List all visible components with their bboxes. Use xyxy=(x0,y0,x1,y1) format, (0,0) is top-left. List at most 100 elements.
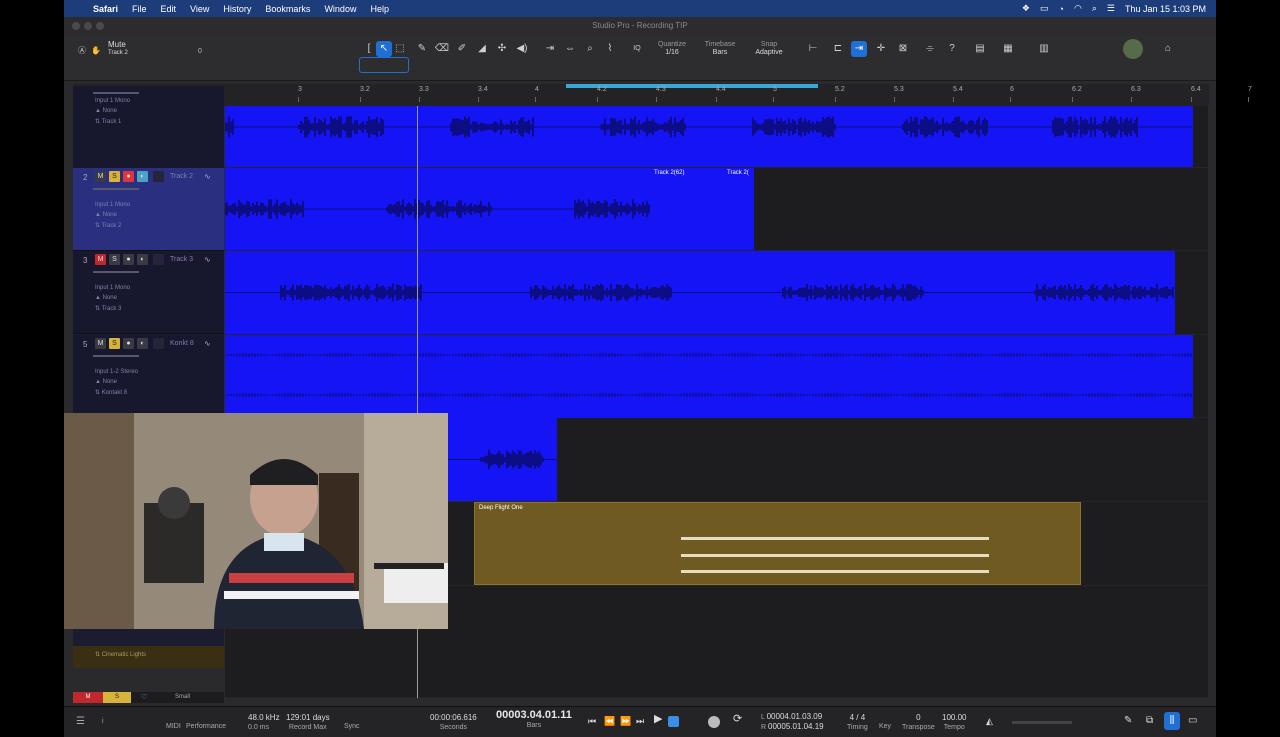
bars-display[interactable]: 00003.04.01.11 Bars xyxy=(496,710,572,730)
footer-mute-button[interactable]: M xyxy=(73,692,103,703)
paint-tool-icon[interactable]: ✐ xyxy=(454,41,470,57)
marquee-tool-icon[interactable]: ⬚ xyxy=(392,41,408,57)
metronome-icon[interactable]: ◭ xyxy=(986,717,993,726)
monitor-button[interactable]: ◐ xyxy=(137,171,148,182)
monitor-button[interactable]: ◐ xyxy=(137,338,148,349)
track-header-1[interactable]: Input 1 Mono ▲ None ⇅ Track 1 xyxy=(73,86,224,169)
menu-safari[interactable]: Safari xyxy=(86,4,125,14)
quantize-control[interactable]: Quantize 1/16 xyxy=(654,41,690,57)
crosshair-icon[interactable]: ⊠ xyxy=(895,41,911,57)
eraser-tool-icon[interactable]: ⌫ xyxy=(434,41,450,57)
sample-rate-display[interactable]: 48.0 kHz 0.0 ms xyxy=(248,713,280,732)
channel-color-button[interactable] xyxy=(153,171,164,182)
time-machine-icon[interactable]: ◔ xyxy=(1059,4,1064,14)
home-icon[interactable]: ⌂ xyxy=(1160,41,1176,57)
mute-button[interactable]: M xyxy=(95,254,106,265)
tempo-display[interactable]: 100.00 Tempo xyxy=(942,713,966,732)
key-display[interactable]: Key xyxy=(879,713,891,731)
channel-color-button[interactable] xyxy=(153,338,164,349)
mute-button[interactable]: M xyxy=(95,171,106,182)
midi-monitor[interactable]: MIDI xyxy=(166,713,181,731)
track-input[interactable]: Input 1-2 Stereo xyxy=(95,369,138,375)
auto-scroll-icon[interactable]: ⇥ xyxy=(851,41,867,57)
transpose-display[interactable]: 0 Transpose xyxy=(902,713,935,732)
master-volume-slider[interactable] xyxy=(1012,721,1072,724)
menu-window[interactable]: Window xyxy=(317,4,363,14)
screen-mirror-icon[interactable]: ▭ xyxy=(1040,3,1049,14)
record-arm-button[interactable]: ● xyxy=(123,254,134,265)
track-input[interactable]: Input 1 Mono xyxy=(95,285,130,291)
close-window-icon[interactable] xyxy=(72,22,80,30)
track-route[interactable]: ⇅ Track 1 xyxy=(95,118,121,125)
snap-control[interactable]: Snap Adaptive xyxy=(750,41,788,57)
timebase-control[interactable]: Timebase Bars xyxy=(702,41,738,57)
volume-fader[interactable] xyxy=(93,92,139,94)
timing-display[interactable]: 4 / 4 Timing xyxy=(847,713,868,732)
goto-start-icon[interactable]: ⏮ xyxy=(588,717,596,726)
menu-file[interactable]: File xyxy=(125,4,154,14)
track-output[interactable]: ▲ None xyxy=(95,295,117,301)
split-icon[interactable]: ⇥ xyxy=(542,41,558,57)
sync-control[interactable]: Sync xyxy=(344,713,360,731)
stop-button[interactable] xyxy=(668,716,679,727)
layout-icon[interactable]: ▥ xyxy=(1036,41,1052,57)
track-output[interactable]: ▲ None xyxy=(95,212,117,218)
zoom-window-icon[interactable] xyxy=(96,22,104,30)
track-input[interactable]: Input 1 Mono xyxy=(95,98,130,104)
edit-pencil-icon[interactable]: ✎ xyxy=(1124,716,1132,726)
mix-icon[interactable]: ⧉ xyxy=(1146,716,1153,726)
mute-button[interactable]: M xyxy=(95,338,106,349)
menu-bookmarks[interactable]: Bookmarks xyxy=(258,4,317,14)
footer-link-icon[interactable]: ♡ xyxy=(141,693,147,701)
range-tool-icon[interactable]: [ xyxy=(361,41,377,57)
arrow-tool-icon[interactable]: ↖ xyxy=(376,41,392,57)
solo-button[interactable]: S xyxy=(109,254,120,265)
track2-audio-clip-2[interactable]: Track 2(62) xyxy=(650,168,723,250)
cursor-follows-icon[interactable]: ✛ xyxy=(873,41,889,57)
pencil-tool-icon[interactable]: ✎ xyxy=(414,41,430,57)
menu-history[interactable]: History xyxy=(216,4,258,14)
volume-fader[interactable] xyxy=(93,355,139,357)
search-icon[interactable]: ⌕ xyxy=(1092,3,1097,14)
track5-audio-clip[interactable] xyxy=(225,335,1193,418)
menu-view[interactable]: View xyxy=(183,4,216,14)
timeline-ruler[interactable]: 3 3.2 3.3 3.4 4 4.2 4.3 4.4 5 5.2 5.3 5.4 6 6.2 6.3 6.4… xyxy=(298,84,1252,106)
wifi-icon[interactable]: ◠ xyxy=(1074,3,1082,14)
bend-tool-icon[interactable]: ✣ xyxy=(494,41,510,57)
record-arm-button[interactable]: ● xyxy=(123,171,134,182)
zoom-tool-icon[interactable]: ⌕ xyxy=(582,41,598,57)
seconds-display[interactable]: 00:00:06.616 Seconds xyxy=(430,713,477,732)
track3-audio-clip[interactable] xyxy=(225,251,1175,334)
rewind-icon[interactable]: ⏪ xyxy=(604,717,615,726)
track-header-3[interactable]: 3 M S ● ◐ Track 3 ∿ Input 1 Mono ▲ None ⇅ Track 3 xyxy=(73,251,224,334)
record-max-display[interactable]: 129:01 days Record Max xyxy=(286,713,330,732)
grid-view-icon[interactable]: ▦ xyxy=(1000,41,1016,57)
info-icon[interactable]: i xyxy=(102,717,104,726)
volume-fader[interactable] xyxy=(93,271,139,273)
snap-grid-icon[interactable]: ⊢ xyxy=(805,41,821,57)
solo-button[interactable]: S xyxy=(109,171,120,182)
browser-folder-icon[interactable]: ▭ xyxy=(1188,716,1197,726)
track-route[interactable]: ⇅ Kontakt 8 xyxy=(95,389,127,396)
stretch-icon[interactable]: ⇔ xyxy=(562,41,578,57)
track-output[interactable]: ▲ None xyxy=(95,108,117,114)
solo-button[interactable]: S xyxy=(109,338,120,349)
track-input[interactable]: Input 1 Mono xyxy=(95,202,130,208)
control-center-icon[interactable]: ☰ xyxy=(1107,3,1115,14)
menu-edit[interactable]: Edit xyxy=(154,4,184,14)
listen-tool-icon[interactable]: ◀) xyxy=(514,41,530,57)
hidden-track-header[interactable]: ⇅ Cinematic Lights xyxy=(73,646,224,668)
goto-end-icon[interactable]: ⏭ xyxy=(636,717,644,726)
track-route[interactable]: ⇅ Track 3 xyxy=(95,305,121,312)
snap-events-icon[interactable]: ⊏ xyxy=(830,41,846,57)
mute-tool-icon[interactable]: ◢ xyxy=(474,41,490,57)
track-output[interactable]: ▲ None xyxy=(95,379,117,385)
group-icon[interactable]: ⌯ xyxy=(922,41,938,57)
video-icon[interactable]: ▤ xyxy=(972,41,988,57)
footer-size-label[interactable]: Small xyxy=(175,694,190,700)
track2-audio-clip-1[interactable] xyxy=(225,168,650,250)
track-header-2[interactable]: 2 M S ● ◐ Track 2 ∿ Input 1 Mono ▲ None ⇅ Track 2 xyxy=(73,168,224,251)
hamburger-icon[interactable]: ☰ xyxy=(76,717,85,727)
track-header-4[interactable]: 5 M S ● ◐ Konkt 8 ∿ Input 1-2 Stereo ▲ None ⇅ Kon… xyxy=(73,335,224,418)
track-route[interactable]: ⇅ Track 2 xyxy=(95,222,121,229)
